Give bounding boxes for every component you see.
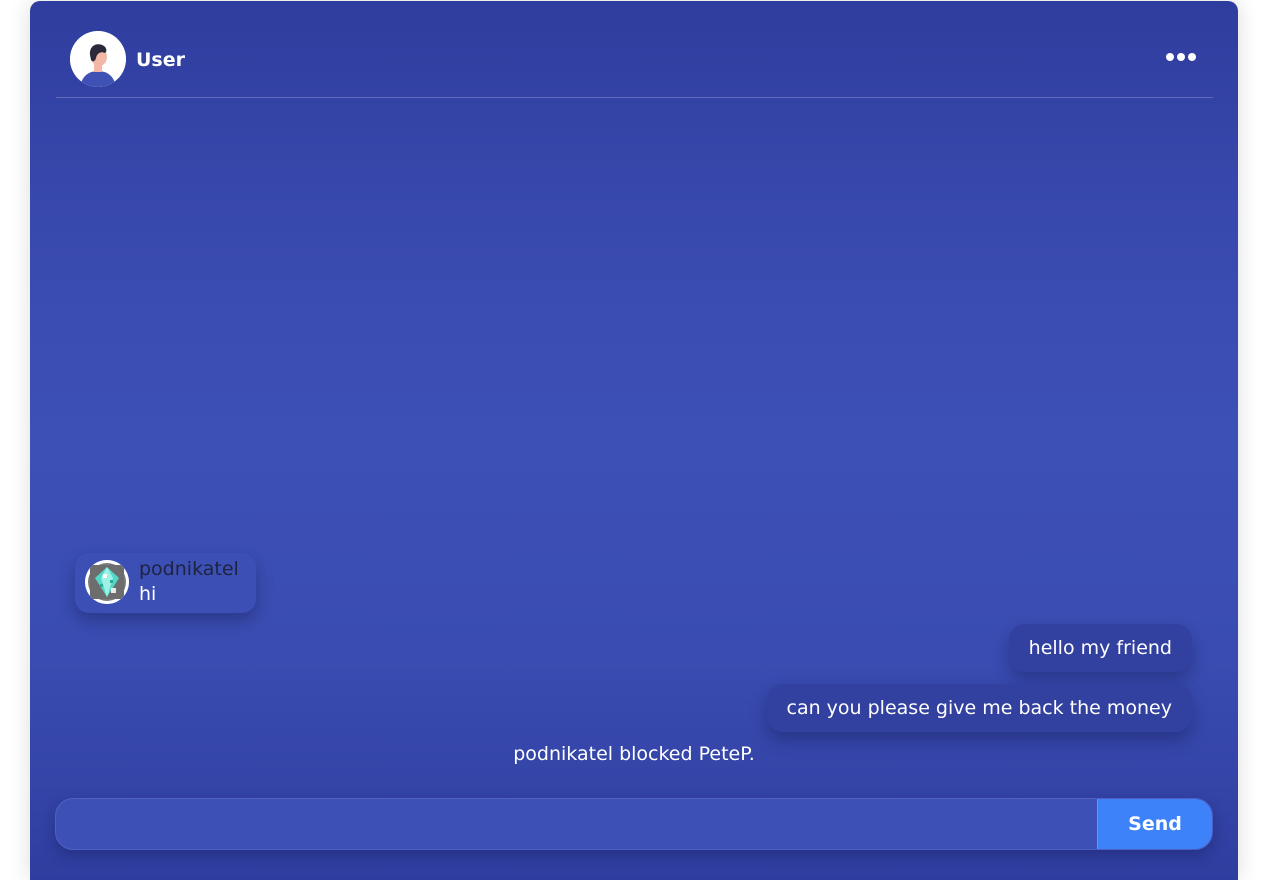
received-message: podnikatel hi [75,553,256,613]
chat-user-name: User [136,49,185,71]
more-dots-icon [1166,53,1196,61]
user-avatar-icon[interactable] [70,31,126,87]
system-message: podnikatel blocked PeteP. [513,743,755,765]
chat-header: User [56,1,1213,98]
sent-message: hello my friend [1008,624,1192,672]
more-options-button[interactable] [1165,46,1199,68]
message-composer: Send [55,798,1213,850]
chat-window: User podnikatel hi hello my friend can y… [30,1,1238,880]
sent-message: can you please give me back the money [766,684,1192,732]
message-input[interactable] [56,799,1098,849]
send-button[interactable]: Send [1097,799,1212,849]
sender-name: podnikatel [139,558,239,580]
message-text: hi [139,583,157,605]
diamond-avatar-icon[interactable] [85,560,129,604]
